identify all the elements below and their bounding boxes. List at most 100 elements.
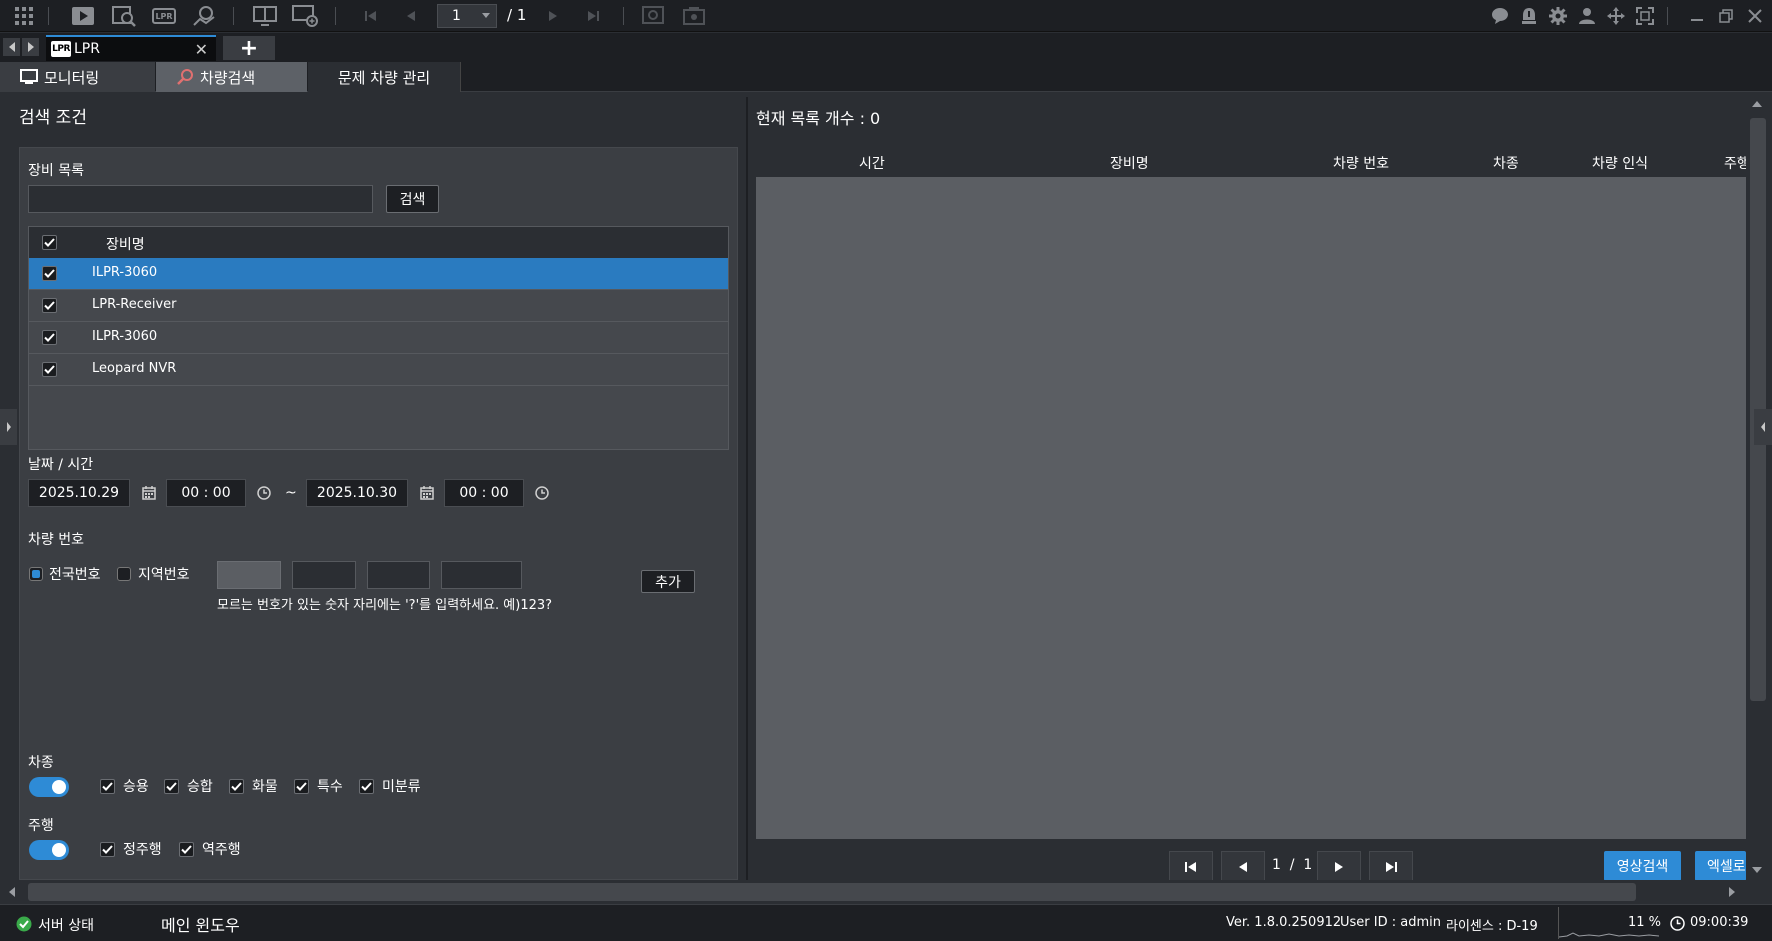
vehicle-type-label-item: 승용: [123, 779, 149, 795]
end-time-field[interactable]: 00 : 00: [444, 479, 524, 507]
calendar-icon[interactable]: [142, 486, 156, 500]
device-search-input[interactable]: [28, 185, 373, 213]
vehicle-type-checkbox[interactable]: [100, 779, 115, 794]
device-name: Leopard NVR: [92, 361, 177, 376]
lpr-icon[interactable]: LPR: [151, 4, 177, 28]
plate-letter-input[interactable]: [367, 561, 430, 589]
horizontal-scroll-thumb[interactable]: [28, 883, 1636, 901]
plate-region-input[interactable]: [217, 561, 281, 589]
vehicle-type-checkbox[interactable]: [359, 779, 374, 794]
refresh-icon[interactable]: [640, 4, 666, 28]
vehicle-type-label-item: 특수: [317, 779, 343, 795]
tab-scroll-right-icon[interactable]: [22, 38, 39, 56]
column-device-name[interactable]: 장비명: [1110, 153, 1149, 173]
play-icon[interactable]: [70, 4, 96, 28]
tab-vehicle-search-label: 차량검색: [200, 68, 256, 87]
tab-lpr[interactable]: LPR LPR ✕: [46, 35, 216, 61]
last-page-button[interactable]: [1369, 851, 1413, 883]
scroll-up-icon[interactable]: [1752, 100, 1762, 108]
device-row[interactable]: ILPR-3060: [29, 322, 728, 354]
fullscreen-icon[interactable]: [1632, 4, 1658, 28]
column-time[interactable]: 시간: [859, 153, 885, 173]
chat-icon[interactable]: [1487, 4, 1513, 28]
map-icon[interactable]: [191, 4, 217, 28]
layout-icon[interactable]: [252, 4, 278, 28]
clock-icon[interactable]: [535, 486, 549, 500]
vehicle-type-checkbox[interactable]: [164, 779, 179, 794]
column-recognition[interactable]: 차량 인식: [1592, 153, 1648, 173]
video-search-button[interactable]: 영상검색: [1604, 851, 1681, 881]
plate-hint-text: 모르는 번호가 있는 숫자 자리에는 '?'를 입력하세요. 예)123?: [217, 598, 553, 613]
first-page-icon[interactable]: [358, 4, 384, 28]
add-layout-icon[interactable]: [292, 4, 318, 28]
vehicle-type-checkbox[interactable]: [294, 779, 309, 794]
add-plate-button[interactable]: 추가: [641, 570, 695, 593]
national-plate-radio[interactable]: [29, 567, 43, 581]
user-icon[interactable]: [1574, 4, 1600, 28]
vehicle-type-checkbox[interactable]: [229, 779, 244, 794]
direction-checkbox[interactable]: [100, 842, 115, 857]
camera-icon[interactable]: [681, 4, 707, 28]
version-text: Ver. 1.8.0.250912: [1226, 915, 1342, 930]
pane-divider[interactable]: [746, 97, 748, 880]
calendar-icon[interactable]: [420, 486, 434, 500]
left-panel-toggle[interactable]: [0, 409, 17, 445]
prev-page-button[interactable]: [1221, 851, 1265, 883]
next-page-button[interactable]: [1317, 851, 1361, 883]
vehicle-type-label: 차종: [28, 755, 54, 771]
restore-icon[interactable]: [1713, 4, 1739, 28]
direction-checkbox[interactable]: [179, 842, 194, 857]
last-page-icon[interactable]: [580, 4, 606, 28]
device-checkbox[interactable]: [42, 330, 57, 345]
direction-toggle[interactable]: [29, 840, 69, 860]
start-date-field[interactable]: 2025.10.29: [28, 479, 130, 507]
vehicle-type-toggle[interactable]: [29, 777, 69, 797]
plate-number-input[interactable]: [441, 561, 522, 589]
settings-icon[interactable]: [1545, 4, 1571, 28]
server-status-label[interactable]: 서버 상태: [38, 915, 94, 935]
scroll-left-icon[interactable]: [8, 887, 16, 897]
end-date-field[interactable]: 2025.10.30: [306, 479, 408, 507]
device-checkbox[interactable]: [42, 298, 57, 313]
column-plate-number[interactable]: 차량 번호: [1333, 153, 1389, 173]
device-checkbox[interactable]: [42, 266, 57, 281]
device-search-button[interactable]: 검색: [386, 185, 439, 213]
device-row[interactable]: LPR-Receiver: [29, 290, 728, 322]
result-table: 시간 장비명 차량 번호 차종 차량 인식 주행: [756, 147, 1746, 839]
minimize-icon[interactable]: [1684, 4, 1710, 28]
tab-problem-vehicle[interactable]: 문제 차량 관리: [308, 62, 461, 92]
column-direction[interactable]: 주행: [1724, 153, 1746, 173]
scroll-down-icon[interactable]: [1752, 866, 1762, 874]
clock-icon[interactable]: [257, 486, 271, 500]
column-vehicle-type[interactable]: 차종: [1493, 153, 1519, 173]
first-page-button[interactable]: [1169, 851, 1213, 883]
excel-export-button[interactable]: 엑셀로: [1695, 851, 1746, 881]
search-video-icon[interactable]: [111, 4, 137, 28]
right-panel-toggle[interactable]: [1754, 409, 1772, 445]
next-page-icon[interactable]: [540, 4, 566, 28]
magnifier-icon: [177, 69, 193, 85]
device-checkbox[interactable]: [42, 362, 57, 377]
tab-scroll-left-icon[interactable]: [3, 38, 20, 56]
regional-plate-radio[interactable]: [117, 567, 131, 581]
device-row[interactable]: Leopard NVR: [29, 354, 728, 386]
tab-vehicle-search[interactable]: 차량검색: [156, 62, 307, 92]
start-time-field[interactable]: 00 : 00: [166, 479, 246, 507]
add-tab-button[interactable]: +: [223, 36, 275, 61]
close-icon[interactable]: [1742, 4, 1768, 28]
tab-close-icon[interactable]: ✕: [195, 40, 208, 59]
lpr-logo-icon: LPR: [51, 41, 71, 57]
page-number-select[interactable]: 1: [437, 4, 497, 28]
grid-icon[interactable]: [11, 4, 37, 28]
tab-monitoring[interactable]: 모니터링: [0, 62, 155, 92]
alarm-icon[interactable]: [1516, 4, 1542, 28]
device-row[interactable]: ILPR-3060: [29, 258, 728, 290]
select-all-checkbox[interactable]: [42, 235, 57, 250]
prev-page-icon[interactable]: [398, 4, 424, 28]
device-name: ILPR-3060: [92, 329, 158, 344]
move-icon[interactable]: [1603, 4, 1629, 28]
cpu-usage-text: 11 %: [1628, 915, 1662, 930]
plate-digits-input[interactable]: [292, 561, 356, 589]
datetime-label: 날짜 / 시간: [28, 457, 94, 473]
scroll-right-icon[interactable]: [1728, 887, 1736, 897]
